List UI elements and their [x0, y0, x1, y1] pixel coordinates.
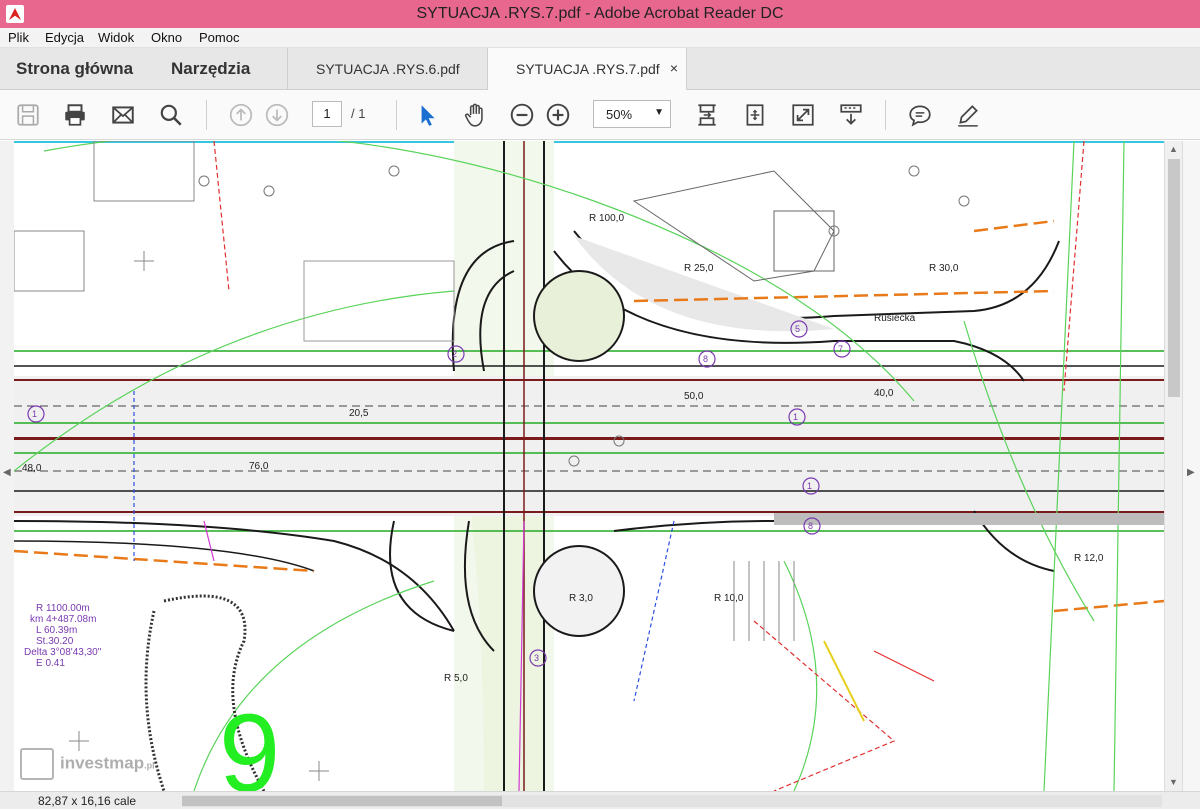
scroll-down-icon[interactable]: ▼ — [1169, 777, 1178, 787]
circle-number: 3 — [534, 653, 539, 663]
save-icon[interactable] — [13, 100, 43, 130]
curve-data-line: L 60.39m — [36, 625, 77, 636]
watermark-text: investmap — [60, 753, 145, 773]
radius-label: R 12,0 — [1074, 553, 1104, 564]
tab-bar: Strona główna Narzędzia SYTUACJA .RYS.6.… — [0, 48, 1200, 91]
curve-data-line: Delta 3°08'43,30" — [24, 647, 102, 658]
circle-number: 5 — [795, 324, 800, 334]
menu-plik[interactable]: Plik — [8, 30, 29, 45]
radius-label: R 25,0 — [684, 263, 714, 274]
page-total: / 1 — [351, 106, 366, 121]
left-gutter: ◀ — [0, 141, 14, 791]
dimension-label: 48,0 — [22, 463, 42, 474]
comment-icon[interactable] — [905, 100, 935, 130]
sign-pen-icon[interactable] — [953, 100, 983, 130]
window-title: SYTUACJA .RYS.7.pdf - Adobe Acrobat Read… — [416, 5, 784, 22]
circle-number: 1 — [807, 481, 812, 491]
fit-page-icon[interactable] — [692, 100, 722, 130]
menu-bar: Plik Edycja Widok Okno Pomoc — [0, 28, 1200, 48]
radius-label: R 30,0 — [929, 263, 959, 274]
zoom-select[interactable]: 50% ▼ — [593, 100, 671, 128]
radius-label: R 3,0 — [569, 593, 593, 604]
right-pane-toggle: ▶ — [1182, 141, 1200, 791]
watermark-suffix: .pl — [144, 760, 155, 771]
curve-data-line: km 4+487.08m — [30, 614, 96, 625]
toolbar-separator — [206, 100, 207, 130]
tab-tools[interactable]: Narzędzia — [171, 59, 250, 79]
radius-label: R 5,0 — [444, 673, 468, 684]
print-icon[interactable] — [60, 100, 90, 130]
horizontal-scrollbar[interactable] — [182, 795, 1162, 807]
scroll-mode-icon[interactable] — [836, 100, 866, 130]
menu-pomoc[interactable]: Pomoc — [199, 30, 239, 45]
circle-number: 8 — [808, 521, 813, 531]
curve-data-line: St.30.20 — [36, 636, 74, 647]
tab-document-rys6[interactable]: SYTUACJA .RYS.6.pdf — [287, 48, 487, 90]
status-bar: 82,87 x 16,16 cale — [0, 791, 1200, 809]
toolbar-separator — [396, 100, 397, 130]
search-icon[interactable] — [156, 100, 186, 130]
menu-okno[interactable]: Okno — [151, 30, 182, 45]
circle-number: 1 — [793, 412, 798, 422]
radius-label: R 100,0 — [589, 213, 624, 224]
tab-document-label: SYTUACJA .RYS.6.pdf — [316, 61, 460, 77]
tab-home[interactable]: Strona główna — [16, 59, 133, 79]
chevron-down-icon: ▼ — [654, 107, 664, 118]
radius-label: R 10,0 — [714, 593, 744, 604]
sheet-number: 9 — [219, 692, 280, 791]
watermark: investmap.pl — [20, 748, 155, 780]
vertical-scrollbar[interactable]: ▲ ▼ — [1164, 141, 1182, 791]
chevron-right-icon[interactable]: ▶ — [1187, 467, 1195, 478]
chevron-left-icon[interactable]: ◀ — [3, 467, 11, 478]
document-view[interactable]: 1 1 1 5 8 8 7 2 3 R 1100.00m km 4+487.08… — [0, 141, 1200, 791]
menu-edycja[interactable]: Edycja — [45, 30, 84, 45]
page-down-icon[interactable] — [262, 100, 292, 130]
rotate-icon[interactable] — [740, 100, 770, 130]
circle-number: 2 — [452, 349, 457, 359]
zoom-in-icon[interactable] — [543, 100, 573, 130]
menu-widok[interactable]: Widok — [98, 30, 134, 45]
select-cursor-icon[interactable] — [412, 100, 442, 130]
site-plan-drawing: 1 1 1 5 8 8 7 2 3 R 1100.00m km 4+487.08… — [14, 141, 1164, 791]
dimension-label: 76,0 — [249, 461, 269, 472]
dimension-label: 40,0 — [874, 388, 894, 399]
scroll-up-icon[interactable]: ▲ — [1169, 144, 1178, 154]
page-dimensions: 82,87 x 16,16 cale — [38, 794, 137, 808]
dimension-label: 20,5 — [349, 408, 369, 419]
tab-document-rys7[interactable]: SYTUACJA .RYS.7.pdf × — [487, 48, 687, 91]
scrollbar-thumb[interactable] — [1168, 159, 1180, 397]
dimension-label: 50,0 — [684, 391, 704, 402]
circle-number: 1 — [32, 409, 37, 419]
tab-close-icon[interactable]: × — [670, 60, 678, 76]
circle-number: 8 — [703, 354, 708, 364]
tab-document-label: SYTUACJA .RYS.7.pdf — [516, 61, 660, 77]
hand-tool-icon[interactable] — [460, 100, 490, 130]
page-number-input[interactable]: 1 — [312, 101, 342, 127]
email-icon[interactable] — [108, 100, 138, 130]
scrollbar-thumb[interactable] — [182, 796, 502, 806]
zoom-value: 50% — [606, 107, 633, 122]
zoom-out-icon[interactable] — [507, 100, 537, 130]
watermark-logo-icon — [20, 748, 54, 780]
page-up-icon[interactable] — [226, 100, 256, 130]
window-titlebar: SYTUACJA .RYS.7.pdf - Adobe Acrobat Read… — [0, 0, 1200, 28]
road-name-label: Rusiecka — [874, 313, 916, 324]
toolbar-separator — [885, 100, 886, 130]
circle-number: 7 — [838, 344, 843, 354]
curve-data-line: R 1100.00m — [36, 603, 90, 614]
full-screen-icon[interactable] — [788, 100, 818, 130]
curve-data-line: E 0.41 — [36, 658, 65, 669]
